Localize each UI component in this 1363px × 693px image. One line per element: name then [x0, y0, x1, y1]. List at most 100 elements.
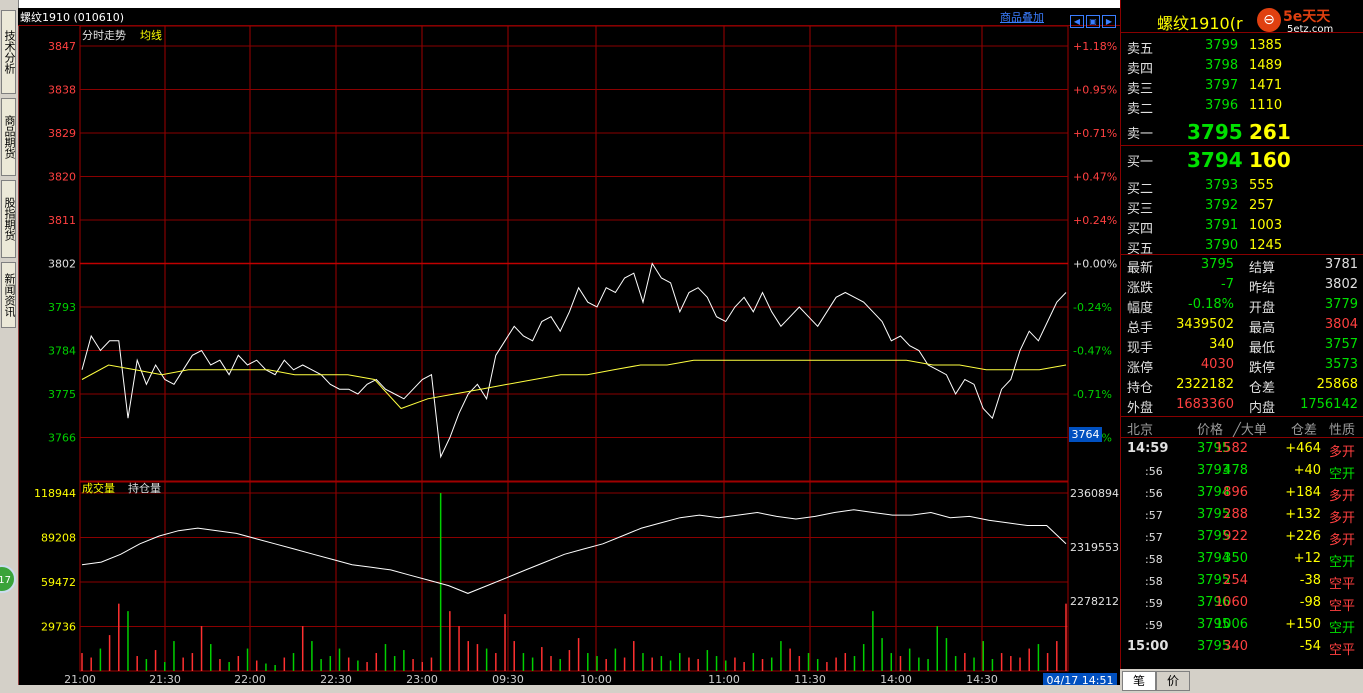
stat-label: 幅度: [1127, 301, 1154, 316]
tick-volume: 1060: [1214, 595, 1248, 610]
pct-axis-label: +0.47%: [1073, 171, 1117, 184]
tick-oi-change: +226: [1285, 529, 1321, 544]
stat-row: 持仓 2322182 仓差 25868: [1121, 375, 1363, 396]
stat-label: 最新: [1127, 261, 1154, 276]
price-axis-label: 3766: [48, 432, 76, 445]
bid-price: 3794: [1187, 148, 1243, 172]
ask-label: 卖五: [1127, 42, 1154, 57]
overlay-link[interactable]: 商品叠加: [1000, 9, 1044, 25]
ask-price: 3795: [1187, 120, 1243, 144]
stat-value: 3439502: [1176, 317, 1234, 332]
ask-label: 卖一: [1127, 127, 1154, 142]
pct-axis-label: +0.00%: [1073, 258, 1117, 271]
stat-value: 2322182: [1176, 377, 1234, 392]
tick-row: :59 3795 1006 +150 空开: [1121, 615, 1363, 637]
tick-time: :56: [1145, 465, 1163, 478]
tick-nature: 多开: [1329, 533, 1356, 548]
ask-volume: 1110: [1249, 98, 1283, 113]
ask-volume: 1471: [1249, 78, 1283, 93]
tab-technical-analysis[interactable]: 技术分析: [1, 10, 16, 94]
tick-nature: 空平: [1329, 599, 1356, 614]
bid-price: 3791: [1205, 218, 1239, 233]
stat-value: 3779: [1324, 297, 1358, 312]
tick-time: :57: [1145, 509, 1163, 522]
floating-badge[interactable]: 17: [0, 565, 16, 593]
tick-nature: 空开: [1329, 467, 1356, 482]
stat-value: 4030: [1200, 357, 1234, 372]
price-axis-label: 3838: [48, 84, 76, 97]
bid-volume: 1245: [1249, 238, 1283, 253]
current-price-tag: 3764: [1069, 427, 1102, 442]
tick-nature: 多开: [1329, 489, 1356, 504]
bid-label: 买三: [1127, 202, 1154, 217]
bottom-status-bar: [18, 685, 1120, 693]
bid-row: 买五 3790 1245: [1121, 236, 1363, 257]
logo-site: 5etz.com: [1287, 24, 1334, 35]
tick-row: 14:59 3795 1582 +464 多开: [1121, 439, 1363, 461]
ask-volume: 1489: [1249, 58, 1283, 73]
volume-axis-label: 59472: [41, 576, 76, 589]
stat-label: 开盘: [1249, 301, 1276, 316]
tick-oi-change: -54: [1299, 639, 1321, 654]
tick-time: 15:00: [1127, 639, 1169, 654]
intraday-chart[interactable]: 21:00 21:30 22:00 22:30 23:00 09:30 10:00 11:00…: [18, 26, 1120, 686]
tick-oi-change: +132: [1285, 507, 1321, 522]
tick-volume: 254: [1223, 573, 1248, 588]
tick-time: :59: [1145, 619, 1163, 632]
tick-volume: 288: [1223, 507, 1248, 522]
stat-label: 跌停: [1249, 361, 1276, 376]
stat-value: 25868: [1316, 377, 1358, 392]
ask-label: 卖二: [1127, 102, 1154, 117]
price-axis-label: 3784: [48, 345, 76, 358]
pct-axis-label: +0.24%: [1073, 214, 1117, 227]
stat-row: 总手 3439502 最高 3804: [1121, 315, 1363, 336]
tick-time: :58: [1145, 575, 1163, 588]
tick-row: 15:00 3795 340 -54 空平: [1121, 637, 1363, 659]
ask-price: 3797: [1205, 78, 1239, 93]
tab-commodity-futures[interactable]: 商品期货: [1, 98, 16, 176]
bid-volume: 555: [1249, 178, 1274, 193]
volume-label: 成交量: [82, 481, 115, 495]
volume-axis-label: 118944: [34, 487, 76, 500]
stat-row: 幅度 -0.18% 开盘 3779: [1121, 295, 1363, 316]
stat-label: 外盘: [1127, 401, 1154, 416]
pct-axis-label: +0.71%: [1073, 127, 1117, 140]
tab-price[interactable]: 价: [1156, 671, 1191, 691]
volume-axis-label: 29736: [41, 621, 76, 634]
avg-line-label: 均线: [140, 28, 162, 42]
stat-label: 最低: [1249, 341, 1276, 356]
pct-axis-label: -0.24%: [1073, 301, 1112, 314]
pct-axis-label: -0.47%: [1073, 345, 1112, 358]
stat-value: 1683360: [1176, 397, 1234, 412]
stat-value: 3795: [1200, 257, 1234, 272]
pct-axis-label: -0.71%: [1073, 388, 1112, 401]
quote-panel: 螺纹1910(r ⊖ 5e天天 5etz.com 卖五 3799 1385 卖四 379…: [1120, 0, 1363, 693]
stat-label: 最高: [1249, 321, 1276, 336]
ticks-header-time: 北京: [1127, 423, 1154, 438]
bid-volume: 257: [1249, 198, 1274, 213]
bid-volume: 1003: [1249, 218, 1283, 233]
price-axis-label: 3829: [48, 127, 76, 140]
avg-line: [81, 359, 1067, 410]
oi-axis-label: 2319553: [1070, 541, 1119, 554]
ask-price: 3796: [1205, 98, 1239, 113]
panel-bottom-tabs: 笔 价: [1120, 669, 1363, 693]
stat-row: 外盘 1683360 内盘 1756142: [1121, 395, 1363, 416]
price-axis-label: 3847: [48, 40, 76, 53]
tab-news[interactable]: 新闻资讯: [1, 262, 16, 328]
bid-row: 买四 3791 1003: [1121, 216, 1363, 237]
price-line: [81, 262, 1067, 459]
price-plot-frame: [79, 26, 1069, 482]
ask-row: 卖二 3796 1110: [1121, 96, 1363, 117]
tick-oi-change: +12: [1293, 551, 1321, 566]
stat-value: 340: [1209, 337, 1234, 352]
bid-price: 3790: [1205, 238, 1239, 253]
tick-nature: 多开: [1329, 445, 1356, 460]
tick-row: :59 3796 1060 -98 空平: [1121, 593, 1363, 615]
tick-volume: 350: [1223, 551, 1248, 566]
tab-ticks[interactable]: 笔: [1122, 671, 1157, 691]
tick-volume: 478: [1223, 463, 1248, 478]
stat-label: 涨跌: [1127, 281, 1154, 296]
tab-index-futures[interactable]: 股指期货: [1, 180, 16, 258]
stat-label: 结算: [1249, 261, 1276, 276]
